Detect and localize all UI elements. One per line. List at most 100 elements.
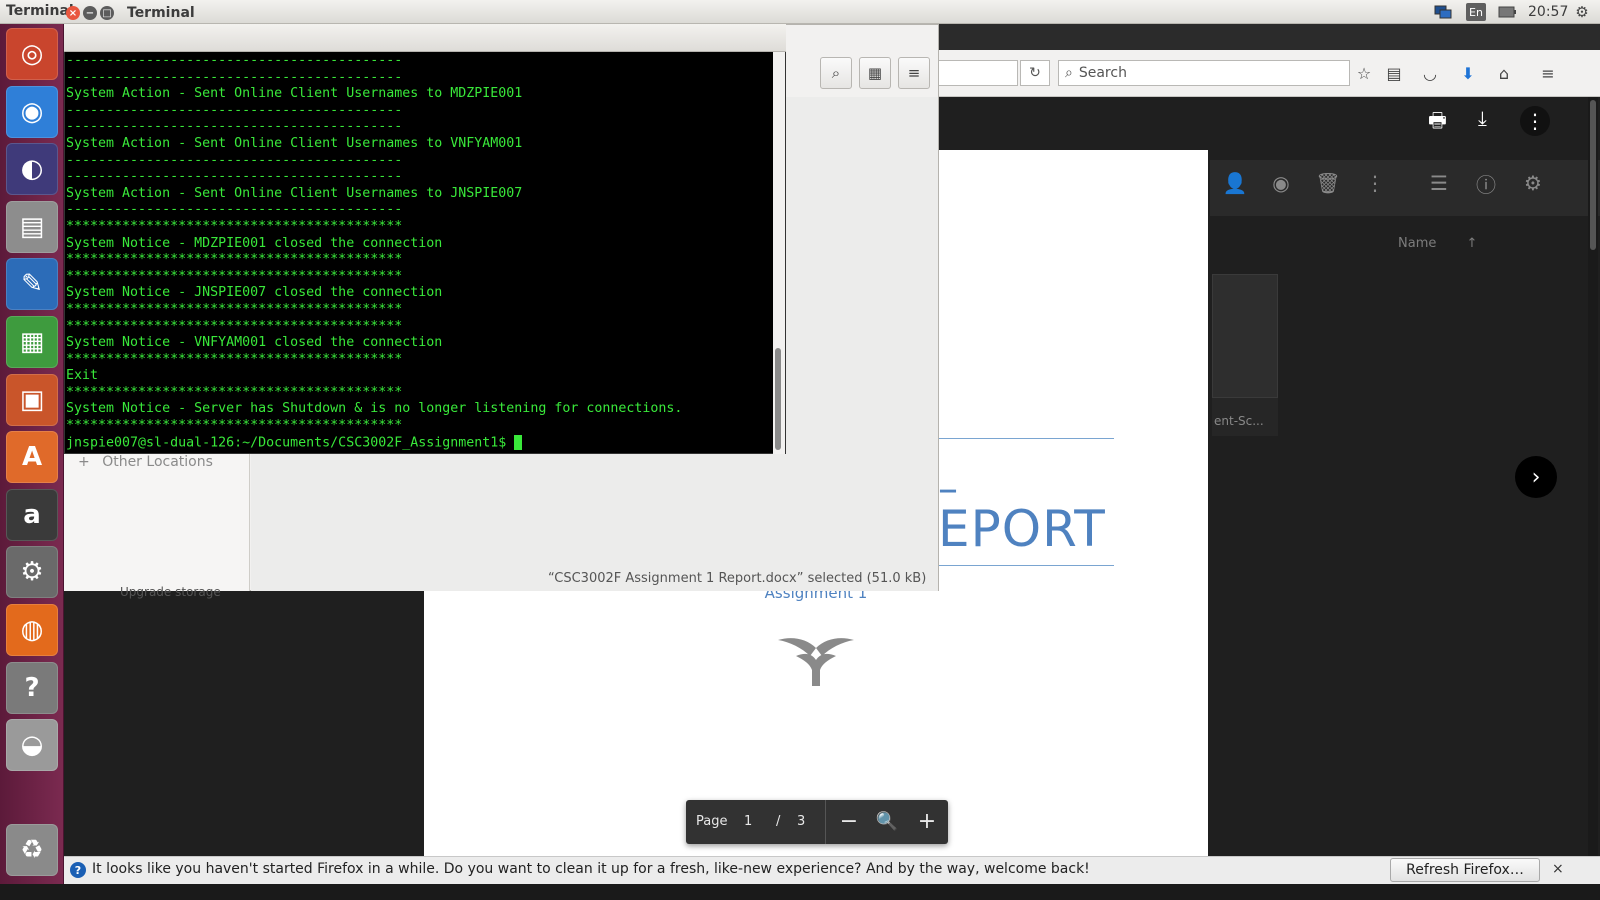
zoom-in-plus-icon[interactable]: + (914, 808, 940, 834)
list-view-icon[interactable]: ☰ (1424, 168, 1454, 198)
terminal-line: ****************************************… (66, 318, 403, 334)
zoom-out-minus-icon[interactable]: − (836, 808, 862, 834)
launcher-eclipse-icon[interactable]: ◐ (6, 143, 58, 196)
launcher-amazon-icon[interactable]: a (6, 488, 58, 541)
minimize-icon[interactable]: − (83, 6, 97, 20)
page-scrollbar-thumb[interactable] (1590, 100, 1596, 250)
reload-icon[interactable]: ↻ (1020, 60, 1050, 86)
notification-message: It looks like you haven't started Firefo… (92, 861, 1090, 877)
name-column-label: Name (1398, 236, 1437, 251)
terminal-line: ----------------------------------------… (66, 119, 403, 135)
battery-icon[interactable] (1497, 3, 1517, 21)
launcher-writer-icon[interactable]: ✎ (6, 258, 58, 311)
launcher-ubuntu-dash-icon[interactable]: ◎ (6, 28, 58, 80)
reading-list-icon[interactable]: ▤ (1380, 60, 1408, 86)
top-panel (0, 0, 1600, 24)
page-label: Page (696, 814, 728, 829)
launcher-software-center-icon[interactable]: A (6, 431, 58, 484)
info-icon[interactable]: ⓘ (1471, 168, 1501, 198)
more-vert-icon[interactable]: ⋮ (1360, 168, 1390, 198)
name-column-header[interactable]: Name ↑ (1398, 236, 1477, 251)
firefox-url-bar[interactable] (938, 60, 1018, 86)
launcher-impress-icon[interactable]: ▣ (6, 373, 58, 426)
active-app-title: Terminal (6, 3, 74, 19)
home-icon[interactable]: ⌂ (1490, 60, 1518, 86)
terminal-line: ****************************************… (66, 418, 403, 434)
grid-view-icon[interactable]: ▦ (859, 57, 891, 89)
selection-status: “CSC3002F Assignment 1 Report.docx” sele… (548, 571, 927, 586)
bottom-strip (0, 884, 1600, 900)
terminal-line: System Notice - MDZPIE001 closed the con… (66, 235, 443, 251)
terminal-line: System Notice - JNSPIE007 closed the con… (66, 285, 443, 301)
launcher-calc-icon[interactable]: ▦ (6, 316, 58, 368)
menu-hamburger-icon[interactable]: ≡ (1534, 60, 1562, 86)
sidebar-item-other-locations[interactable]: + Other Locations (78, 454, 213, 470)
terminal-line: ****************************************… (66, 252, 403, 268)
title-rule-bottom (938, 565, 1114, 566)
terminal-titlebar (64, 24, 786, 52)
firefox-search-box[interactable]: ⌕ Search (1058, 60, 1350, 86)
share-person-icon[interactable]: 👤 (1220, 168, 1250, 198)
terminal-title: Terminal (127, 5, 195, 21)
zoom-magnifier-icon[interactable]: 🔍 (874, 808, 900, 834)
launcher-help-icon[interactable]: ? (6, 661, 58, 714)
terminal-line: System Action - Sent Online Client Usern… (66, 135, 523, 151)
terminal-line: ----------------------------------------… (66, 202, 403, 218)
sort-up-arrow-icon[interactable]: ↑ (1467, 236, 1478, 251)
terminal-prompt-line[interactable]: jnspie007@sl-dual-126:~/Documents/CSC300… (66, 434, 771, 452)
keyboard-language-indicator[interactable]: En (1466, 3, 1486, 21)
launcher-chrome-icon[interactable]: ◉ (6, 85, 58, 138)
terminal-line: Exit (66, 368, 99, 384)
bookmark-star-icon[interactable]: ☆ (1350, 60, 1378, 86)
refresh-firefox-button[interactable]: Refresh Firefox… (1390, 858, 1540, 882)
launcher-firefox-icon[interactable]: ◍ (6, 604, 58, 656)
search-icon[interactable]: ⌕ (820, 57, 852, 89)
terminal-line: ****************************************… (66, 301, 403, 317)
page-navigation-bar: Page 1 / 3 − 🔍 + (686, 800, 948, 844)
maximize-icon[interactable]: □ (100, 6, 114, 20)
university-logo-icon (776, 630, 856, 690)
download-icon[interactable]: ⤓ (1478, 106, 1487, 130)
file-thumbnail[interactable] (1212, 274, 1278, 398)
trash-icon[interactable]: 🗑 (1313, 168, 1343, 198)
other-locations-label: Other Locations (102, 454, 213, 470)
terminal-line: ****************************************… (66, 351, 403, 367)
terminal-line: System Notice - VNFYAM001 closed the con… (66, 335, 443, 351)
preview-eye-icon[interactable]: ◉ (1266, 168, 1296, 198)
terminal-line: System Notice - Server has Shutdown & is… (66, 401, 683, 417)
launcher-trash-icon[interactable]: ♻ (6, 824, 58, 876)
terminal-scrollbar-thumb[interactable] (775, 348, 781, 450)
terminal-line: ****************************************… (66, 384, 403, 400)
current-page-input[interactable]: 1 (744, 814, 752, 829)
downloads-icon[interactable]: ⬇ (1454, 60, 1482, 86)
terminal-line: ----------------------------------------… (66, 152, 403, 168)
network-icon[interactable] (1432, 3, 1454, 21)
terminal-line: ****************************************… (66, 268, 403, 284)
next-file-chevron-icon[interactable]: › (1515, 456, 1557, 498)
terminal-line: System Action - Sent Online Client Usern… (66, 185, 523, 201)
total-pages: 3 (797, 814, 806, 829)
page-bar-divider (825, 800, 826, 844)
launcher-disk-icon[interactable]: ◒ (6, 719, 58, 772)
search-placeholder: Search (1078, 65, 1127, 81)
file-manager-sidebar (64, 452, 250, 591)
print-icon[interactable]: 🖶 (1428, 106, 1447, 140)
launcher-files-icon[interactable]: ▤ (6, 200, 58, 253)
pocket-icon[interactable]: ◡ (1416, 60, 1444, 86)
launcher-settings-icon[interactable]: ⚙ (6, 546, 58, 599)
page-separator: / (776, 814, 781, 829)
upgrade-storage-label[interactable]: Upgrade storage (120, 585, 221, 599)
system-menu-gear-icon[interactable]: ⚙ (1572, 3, 1592, 21)
menu-icon[interactable]: ≡ (898, 57, 930, 89)
clock[interactable]: 20:57 (1528, 4, 1568, 20)
more-options-icon[interactable]: ⋮ (1520, 106, 1550, 136)
terminal-output[interactable]: ----------------------------------------… (66, 53, 771, 453)
settings-icon[interactable]: ⚙ (1518, 168, 1548, 198)
terminal-line: ****************************************… (66, 218, 403, 234)
file-name-label[interactable]: ent-Sc... (1212, 398, 1278, 436)
notification-close-icon[interactable]: × (1552, 861, 1564, 877)
terminal-prompt: jnspie007@sl-dual-126:~/Documents/CSC300… (66, 435, 515, 451)
help-question-icon: ? (70, 862, 86, 878)
close-icon[interactable]: × (66, 6, 80, 20)
text-cursor (514, 434, 523, 450)
